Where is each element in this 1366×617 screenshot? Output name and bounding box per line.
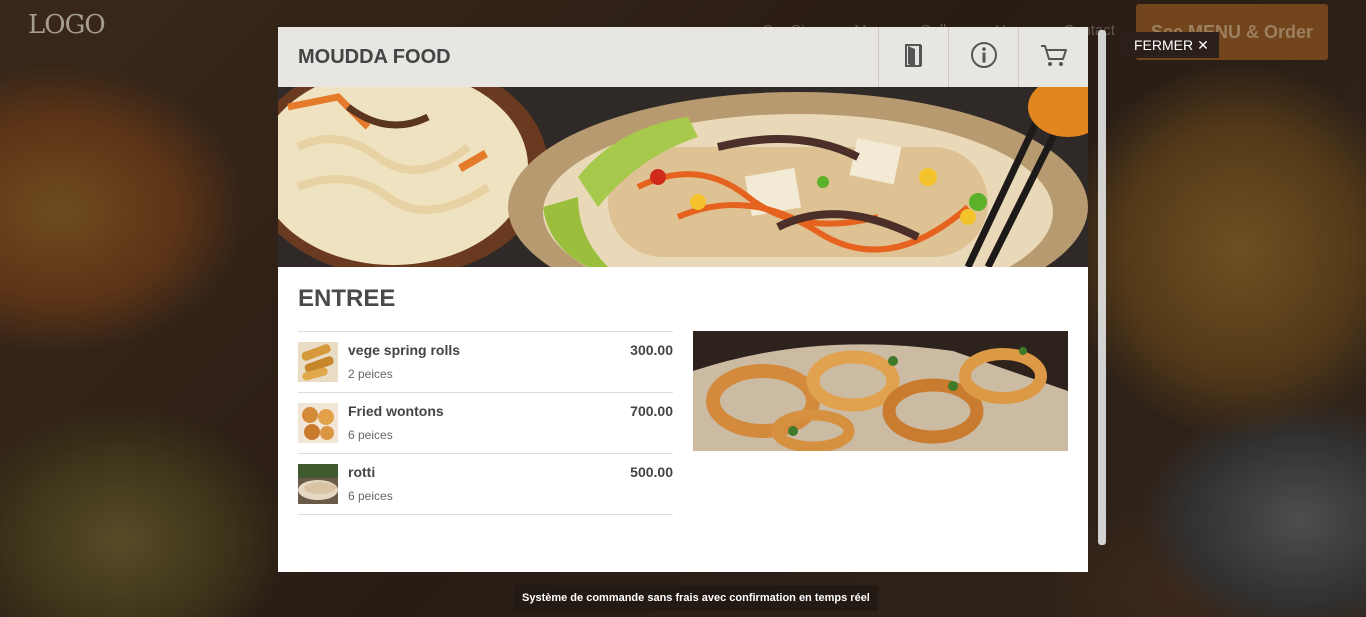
item-thumbnail <box>298 403 338 443</box>
section-feature-image <box>693 331 1068 451</box>
info-button[interactable] <box>948 27 1018 87</box>
item-name: Fried wontons <box>348 403 444 419</box>
item-price: 300.00 <box>630 342 673 358</box>
item-description: 2 peices <box>348 367 393 381</box>
item-description: 6 peices <box>348 428 393 442</box>
door-exit-icon <box>899 40 929 75</box>
item-thumbnail <box>298 464 338 504</box>
menu-modal: MOUDDA FOOD ENTREE vege spring rolls 2 p… <box>278 27 1088 572</box>
scrollbar[interactable] <box>1098 30 1106 545</box>
item-description: 6 peices <box>348 489 393 503</box>
menu-item[interactable]: vege spring rolls 2 peices 300.00 <box>298 332 673 393</box>
menu-item-list: vege spring rolls 2 peices 300.00 Fried … <box>298 331 673 515</box>
item-name: vege spring rolls <box>348 342 461 358</box>
info-tooltip: Système de commande sans frais avec conf… <box>514 585 878 611</box>
close-icon: ✕ <box>1197 36 1209 53</box>
menu-item[interactable]: rotti 6 peices 500.00 <box>298 454 673 515</box>
modal-header: MOUDDA FOOD <box>278 27 1088 87</box>
info-icon <box>969 40 999 75</box>
item-price: 700.00 <box>630 403 673 419</box>
site-logo[interactable]: LOGO <box>28 10 106 40</box>
door-exit-button[interactable] <box>878 27 948 87</box>
hero-image <box>278 87 1088 267</box>
close-label: FERMER <box>1134 37 1194 53</box>
restaurant-name: MOUDDA FOOD <box>298 45 451 68</box>
cart-icon <box>1039 40 1069 75</box>
cart-button[interactable] <box>1018 27 1088 87</box>
item-name: rotti <box>348 464 376 480</box>
section-title: ENTREE <box>298 285 396 312</box>
menu-item[interactable]: Fried wontons 6 peices 700.00 <box>298 393 673 454</box>
item-thumbnail <box>298 342 338 382</box>
close-modal-button[interactable]: FERMER ✕ <box>1124 32 1219 58</box>
header-actions <box>878 27 1088 87</box>
item-price: 500.00 <box>630 464 673 480</box>
